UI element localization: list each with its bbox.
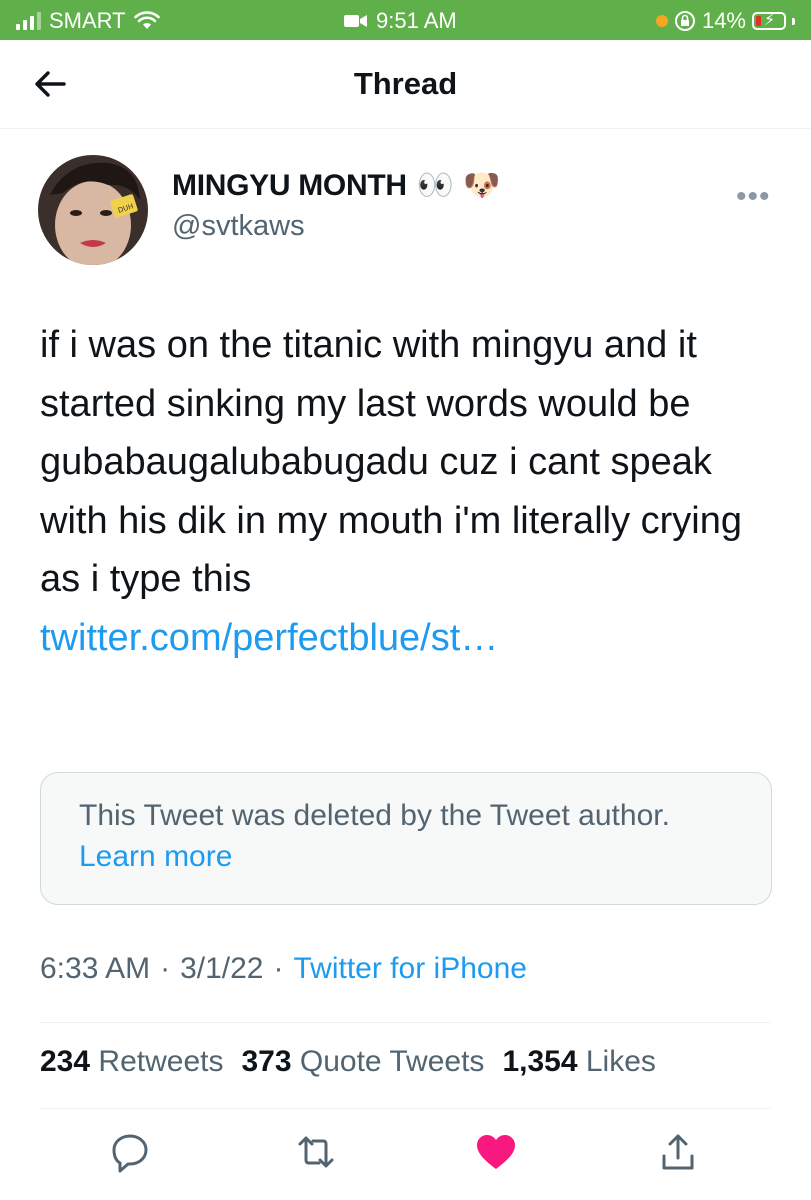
author-handle[interactable]: @svtkaws (172, 210, 305, 243)
tweet-text: if i was on the titanic with mingyu and … (40, 316, 780, 667)
battery-cap (792, 17, 795, 25)
mic-indicator-icon (655, 15, 668, 27)
retweets-stat[interactable]: 234 Retweets (40, 1045, 223, 1079)
battery-icon: ⚡ (752, 12, 786, 30)
meta-separator: · (160, 952, 171, 985)
learn-more-link[interactable]: Learn more (79, 840, 232, 873)
tweet-time[interactable]: 6:33 AM (40, 952, 150, 986)
retweets-label: Retweets (98, 1045, 224, 1078)
tweet-link[interactable]: twitter.com/perfectblue/st… (40, 609, 780, 668)
meta-divider (40, 1022, 771, 1023)
quotes-label: Quote Tweets (299, 1045, 485, 1078)
status-bar: SMART 9:51 AM 14% ⚡ (0, 0, 811, 40)
deleted-notice: This Tweet was deleted by the Tweet auth… (79, 795, 729, 877)
meta-separator: · (273, 952, 284, 985)
likes-label: Likes (585, 1045, 656, 1078)
wifi-icon (133, 11, 160, 29)
deleted-tweet-card: This Tweet was deleted by the Tweet auth… (40, 772, 772, 905)
video-camera-icon (344, 15, 367, 27)
like-icon[interactable] (474, 1130, 518, 1174)
page-title: Thread (353, 66, 458, 101)
status-center: 9:51 AM (344, 8, 457, 34)
avatar[interactable]: DUH (38, 155, 148, 265)
thread-header: Thread (0, 40, 811, 128)
tweet-date[interactable]: 3/1/22 (180, 952, 263, 986)
clock: 9:51 AM (376, 8, 457, 33)
header-divider (0, 128, 811, 129)
more-icon[interactable]: ••• (736, 180, 771, 214)
action-bar (0, 1130, 811, 1180)
likes-count: 1,354 (502, 1045, 578, 1078)
status-right: 14% ⚡ (655, 8, 795, 34)
battery-percent: 14% (701, 8, 746, 33)
retweets-count: 234 (40, 1045, 91, 1078)
retweet-icon[interactable] (294, 1130, 338, 1174)
stats-divider (40, 1108, 771, 1109)
author-name-text[interactable]: MINGYU MONTH (172, 169, 407, 203)
likes-stat[interactable]: 1,354 Likes (502, 1045, 655, 1079)
author-name[interactable]: MINGYU MONTH 👀 🐶 (172, 168, 500, 203)
tweet-body: if i was on the titanic with mingyu and … (40, 324, 742, 600)
tweet-source[interactable]: Twitter for iPhone (294, 952, 527, 986)
quotes-stat[interactable]: 373 Quote Tweets (241, 1045, 484, 1079)
quotes-count: 373 (241, 1045, 292, 1078)
reply-icon[interactable] (108, 1130, 152, 1174)
orientation-lock-icon (674, 11, 695, 31)
eyes-dog-emoji: 👀 🐶 (416, 168, 501, 203)
status-left: SMART (16, 8, 160, 34)
carrier-label: SMART (49, 8, 126, 33)
signal-icon (16, 12, 41, 30)
tweet-meta: 6:33 AM · 3/1/22 · Twitter for iPhone (40, 952, 527, 986)
share-icon[interactable] (656, 1130, 700, 1174)
tweet-stats: 234 Retweets 373 Quote Tweets 1,354 Like… (40, 1045, 656, 1079)
deleted-notice-text: This Tweet was deleted by the Tweet auth… (79, 799, 670, 832)
